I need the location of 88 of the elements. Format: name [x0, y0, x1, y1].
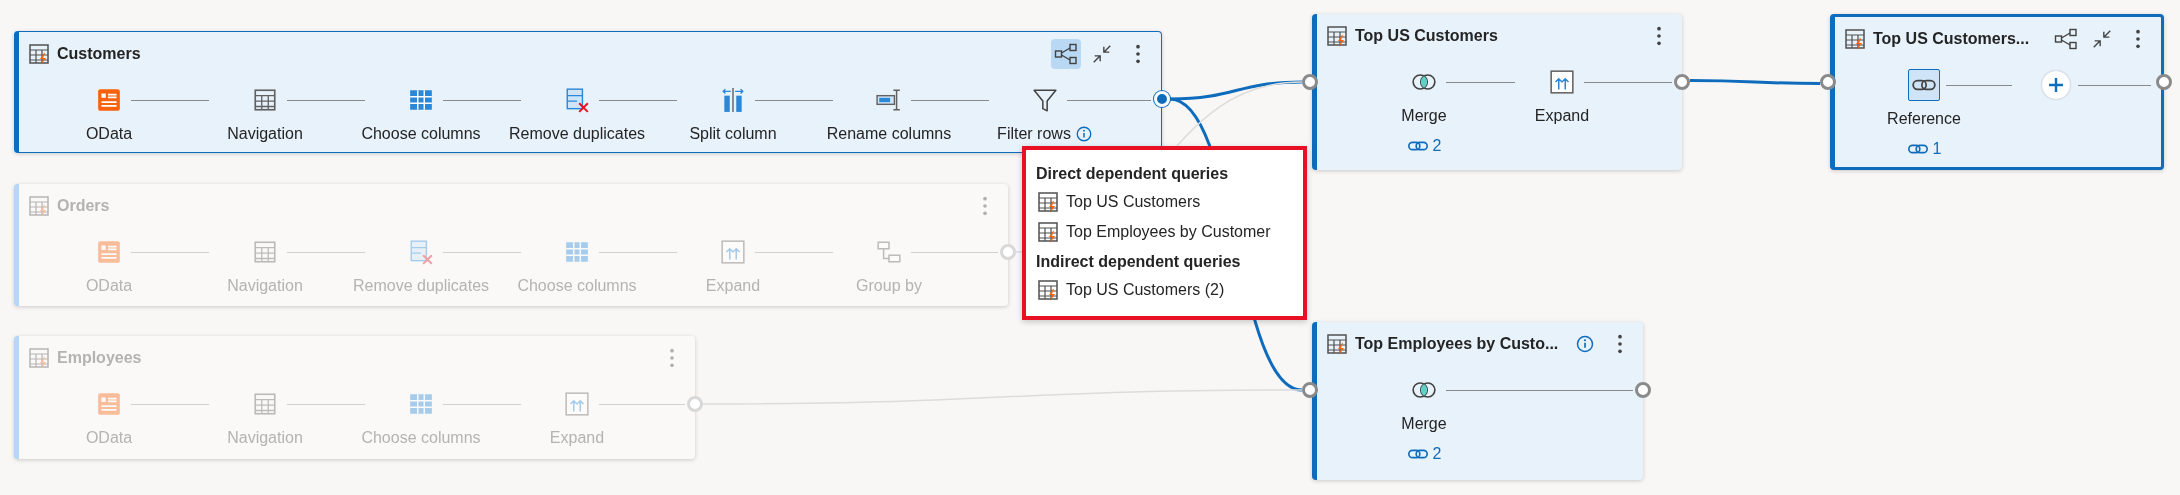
dependent-query-link[interactable]: Top Employees by Customer [1066, 220, 1271, 244]
step-label: Rename columns [826, 124, 952, 144]
query-card[interactable]: Customers OData Navigation Choose columns Remove duplicates Split column Rename columns Filter rows [14, 31, 1162, 153]
filter-icon [1032, 87, 1058, 113]
step-label: Filter rows [997, 124, 1071, 144]
more-icon [1656, 25, 1662, 47]
step-label: Reference [1887, 109, 1961, 129]
query-table-icon [1036, 278, 1060, 302]
tooltip-heading: Indirect dependent queries [1036, 252, 1242, 272]
table-icon [252, 239, 278, 265]
step-label: Merge [1401, 106, 1447, 126]
group-by-icon [876, 239, 902, 265]
output-port[interactable] [1635, 382, 1651, 398]
grid-icon [408, 87, 434, 113]
query-title: Top Employees by Custo... [1355, 334, 1559, 354]
step-label: Expand [1534, 106, 1590, 126]
remove-rows-icon [564, 87, 590, 113]
step-label: Navigation [227, 124, 303, 144]
step-label: Expand [705, 276, 761, 296]
query-table-icon [1325, 24, 1349, 48]
info-icon [1074, 125, 1093, 143]
step-label: OData [85, 276, 133, 296]
reference-count: 2 [1432, 136, 1442, 156]
step-button[interactable] [1908, 69, 1940, 101]
step-label: Choose columns [517, 276, 637, 296]
reference-count: 2 [1432, 444, 1442, 464]
dependent-query-link[interactable]: Top US Customers [1066, 190, 1201, 214]
input-port[interactable] [1302, 74, 1318, 90]
query-table-icon [1325, 332, 1349, 356]
add-step-button[interactable] [2042, 71, 2070, 99]
split-column-icon [720, 87, 746, 113]
query-title: Orders [57, 196, 110, 216]
query-card[interactable]: Top US Customers... Reference 1 [1830, 14, 2164, 170]
output-port[interactable] [1674, 74, 1690, 90]
more-icon [2135, 28, 2141, 50]
query-table-icon [27, 346, 51, 370]
lineage-icon [2054, 27, 2078, 51]
query-table-icon [27, 42, 51, 66]
query-card[interactable]: Top US Customers Merge 2 Expand [1312, 14, 1682, 170]
query-table-icon [1843, 27, 1867, 51]
query-title: Top US Customers [1355, 26, 1498, 46]
data-source-icon [96, 87, 122, 113]
info-icon [1574, 334, 1595, 354]
reference-count: 1 [1932, 139, 1942, 159]
more-icon [1617, 333, 1624, 355]
step-label: Navigation [227, 276, 303, 296]
dependent-query-link[interactable]: Top US Customers (2) [1066, 278, 1225, 302]
tooltip-heading: Direct dependent queries [1036, 164, 1230, 184]
grid-icon [408, 391, 434, 417]
more-icon [1135, 43, 1141, 65]
table-icon [252, 391, 278, 417]
query-title: Employees [57, 348, 142, 368]
lineage-icon [1054, 42, 1078, 66]
input-port[interactable] [1302, 382, 1318, 398]
collapse-icon [2091, 28, 2113, 50]
query-title: Top US Customers... [1873, 29, 2030, 49]
step-label: Group by [856, 276, 922, 296]
query-table-icon [1036, 190, 1060, 214]
rename-column-icon [876, 87, 902, 113]
output-port[interactable] [2156, 74, 2172, 90]
step-label: Expand [549, 428, 605, 448]
collapse-icon [1091, 43, 1113, 65]
step-label: Split column [689, 124, 777, 144]
query-title: Customers [57, 44, 141, 64]
more-icon [669, 347, 675, 369]
query-card[interactable]: Top Employees by Custo... Merge 2 [1312, 322, 1643, 480]
remove-rows-icon [408, 239, 434, 265]
plus-icon [2048, 77, 2064, 93]
more-icon [982, 195, 988, 217]
table-icon [252, 87, 278, 113]
step-label: Choose columns [361, 124, 481, 144]
step-label: Choose columns [361, 428, 481, 448]
query-table-icon [1036, 220, 1060, 244]
step-label: Merge [1401, 414, 1447, 434]
expand-icon [720, 239, 746, 265]
step-label: OData [85, 428, 133, 448]
expand-icon [564, 391, 590, 417]
lineage-button[interactable] [1051, 39, 1081, 69]
grid-icon [564, 239, 590, 265]
expand-icon [1549, 69, 1575, 95]
query-table-icon [27, 194, 51, 218]
data-source-icon [96, 239, 122, 265]
step-label: OData [85, 124, 133, 144]
data-source-icon [96, 391, 122, 417]
step-label: Navigation [227, 428, 303, 448]
input-port[interactable] [1820, 74, 1836, 90]
step-label: Remove duplicates [352, 276, 490, 296]
step-label: Remove duplicates [508, 124, 646, 144]
